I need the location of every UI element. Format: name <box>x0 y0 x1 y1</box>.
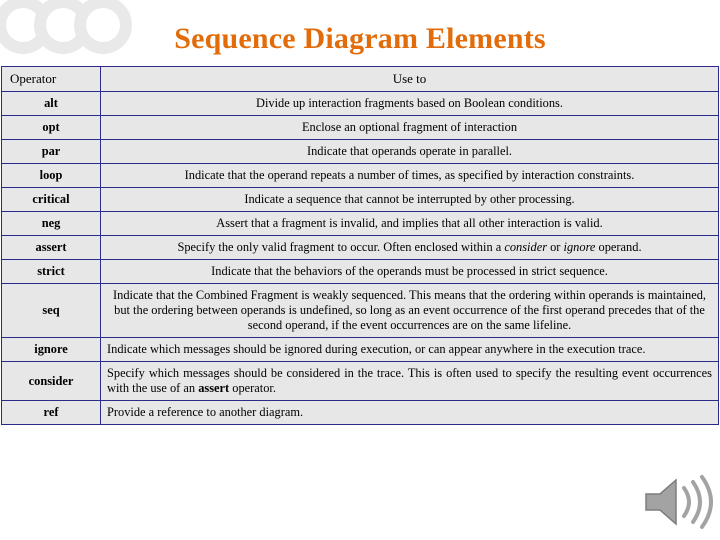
operator-cell: consider <box>1 361 101 401</box>
operator-cell: strict <box>1 259 101 284</box>
header-operator: Operator <box>1 66 101 92</box>
sequence-diagram-elements-table: Operator Use to alt Divide up interaction… <box>1 66 719 425</box>
page-title: Sequence Diagram Elements <box>174 22 546 55</box>
description-cell: Indicate that the Combined Fragment is w… <box>100 283 719 338</box>
operator-cell: seq <box>1 283 101 338</box>
description-cell: Enclose an optional fragment of interact… <box>100 115 719 140</box>
table-row: alt Divide up interaction fragments based… <box>1 91 719 116</box>
table-row: opt Enclose an optional fragment of inter… <box>1 115 719 140</box>
description-cell: Indicate that the operand repeats a numb… <box>100 163 719 188</box>
text-run: or <box>547 240 564 254</box>
header-use-to: Use to <box>100 66 719 92</box>
table-header-row: Operator Use to <box>1 66 719 92</box>
table-row: critical Indicate a sequence that cannot … <box>1 187 719 212</box>
operator-cell: opt <box>1 115 101 140</box>
table-body: Operator Use to alt Divide up interaction… <box>1 66 719 425</box>
speaker-icon[interactable] <box>640 470 714 534</box>
description-cell: Indicate that operands operate in parall… <box>100 139 719 164</box>
operator-cell: assert <box>1 235 101 260</box>
description-cell: Assert that a fragment is invalid, and i… <box>100 211 719 236</box>
table-row: seq Indicate that the Combined Fragment i… <box>1 283 719 338</box>
description-cell: Specify which messages should be conside… <box>100 361 719 401</box>
description-cell: Divide up interaction fragments based on… <box>100 91 719 116</box>
operator-cell: alt <box>1 91 101 116</box>
text-run: operator. <box>229 381 276 395</box>
description-cell: Specify the only valid fragment to occur… <box>100 235 719 260</box>
description-cell: Indicate which messages should be ignore… <box>100 337 719 362</box>
description-cell: Indicate a sequence that cannot be inter… <box>100 187 719 212</box>
table-row: neg Assert that a fragment is invalid, an… <box>1 211 719 236</box>
emphasis-text: consider <box>504 240 548 254</box>
emphasis-text: ignore <box>563 240 596 254</box>
description-cell: Provide a reference to another diagram. <box>100 400 719 425</box>
table-row: strict Indicate that the behaviors of the… <box>1 259 719 284</box>
operator-cell: ref <box>1 400 101 425</box>
operator-cell: critical <box>1 187 101 212</box>
table-row: ref Provide a reference to another diagra… <box>1 400 719 425</box>
strong-text: assert <box>198 381 230 395</box>
operator-cell: par <box>1 139 101 164</box>
table-row: par Indicate that operands operate in par… <box>1 139 719 164</box>
operator-cell: loop <box>1 163 101 188</box>
description-cell: Indicate that the behaviors of the opera… <box>100 259 719 284</box>
table-row: loop Indicate that the operand repeats a … <box>1 163 719 188</box>
table-row: ignore Indicate which messages should be … <box>1 337 719 362</box>
table-row: consider Specify which messages should be… <box>1 361 719 401</box>
text-run: operand. <box>595 240 642 254</box>
text-run: Specify the only valid fragment to occur… <box>177 240 505 254</box>
operator-cell: ignore <box>1 337 101 362</box>
operator-cell: neg <box>1 211 101 236</box>
table-row: assert Specify the only valid fragment to… <box>1 235 719 260</box>
